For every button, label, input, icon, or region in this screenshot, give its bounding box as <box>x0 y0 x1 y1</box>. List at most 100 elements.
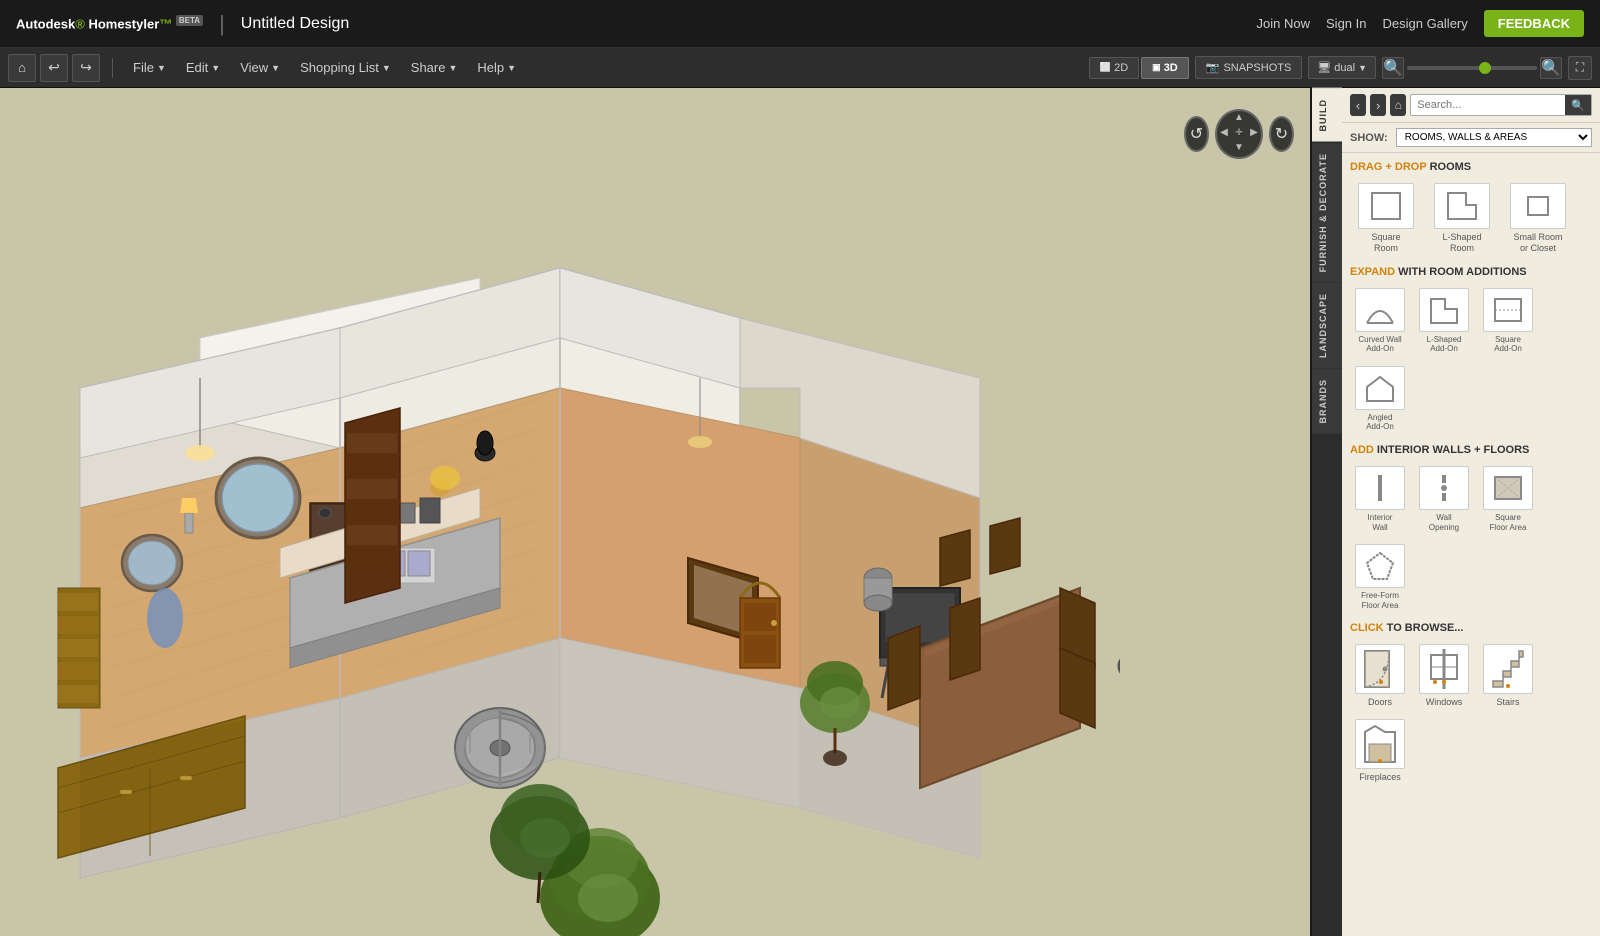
home-button[interactable]: ⌂ <box>8 54 36 82</box>
doors-label: Doors <box>1368 697 1392 707</box>
l-shaped-addon-item[interactable]: L-ShapedAdd-On <box>1414 284 1474 358</box>
share-menu[interactable]: Share ▼ <box>403 56 466 79</box>
add-highlight: ADD <box>1350 444 1374 456</box>
square-room-item[interactable]: SquareRoom <box>1350 179 1422 258</box>
redo-button[interactable]: ↪ <box>72 54 100 82</box>
view-2d-button[interactable]: ⬜ 2D <box>1089 57 1139 79</box>
wall-opening-item[interactable]: WallOpening <box>1414 462 1474 536</box>
section-browse-header: CLICK TO BROWSE... <box>1350 622 1592 634</box>
square-floor-label: SquareFloor Area <box>1490 513 1527 532</box>
design-title: Untitled Design <box>241 15 350 33</box>
nav-left-button[interactable]: ◀ <box>1217 127 1231 141</box>
dual-view-button[interactable]: 🖥 dual ▼ <box>1308 56 1376 79</box>
small-room-item[interactable]: Small Roomor Closet <box>1502 179 1574 258</box>
nav-empty-br <box>1247 142 1261 156</box>
rooms-label: ROOMS <box>1430 161 1472 173</box>
feedback-button[interactable]: FEEDBACK <box>1484 10 1584 37</box>
toolbar: ⌂ ↩ ↪ File ▼ Edit ▼ View ▼ Shopping List… <box>0 48 1600 88</box>
zoom-slider-thumb[interactable] <box>1479 62 1491 74</box>
doors-icon <box>1355 644 1405 694</box>
drag-highlight: DRAG + DROP <box>1350 161 1427 173</box>
small-room-icon <box>1510 183 1566 229</box>
panel-search-submit[interactable]: 🔍 <box>1565 95 1591 115</box>
panel-forward-button[interactable]: › <box>1370 94 1386 116</box>
view-3d-button[interactable]: ▣ 3D <box>1141 57 1189 79</box>
angled-addon-item[interactable]: AngledAdd-On <box>1350 362 1410 436</box>
interior-wall-label: InteriorWall <box>1368 513 1393 532</box>
l-shaped-room-item[interactable]: L-ShapedRoom <box>1426 179 1498 258</box>
tab-build[interactable]: BUILD <box>1312 88 1342 142</box>
browse-label: TO BROWSE... <box>1387 622 1464 634</box>
curved-wall-item[interactable]: Curved WallAdd-On <box>1350 284 1410 358</box>
rotate-left-button[interactable]: ↺ <box>1184 116 1209 152</box>
design-gallery-link[interactable]: Design Gallery <box>1383 16 1468 31</box>
display-icon: 🖥 <box>1317 61 1331 74</box>
sign-in-link[interactable]: Sign In <box>1326 16 1366 31</box>
shopping-list-menu[interactable]: Shopping List ▼ <box>292 56 399 79</box>
l-shaped-addon-label: L-ShapedAdd-On <box>1427 335 1462 354</box>
3d-scene[interactable] <box>0 158 1310 936</box>
freeform-floor-item[interactable]: Free-FormFloor Area <box>1350 540 1410 614</box>
undo-button[interactable]: ↩ <box>40 54 68 82</box>
fireplaces-item[interactable]: Fireplaces <box>1350 715 1410 786</box>
file-menu[interactable]: File ▼ <box>125 56 174 79</box>
view-mode-group: ⬜ 2D ▣ 3D <box>1089 57 1189 79</box>
nav-empty-tr <box>1247 112 1261 126</box>
zoom-out-button[interactable]: 🔍 <box>1540 57 1562 79</box>
angled-addon-label: AngledAdd-On <box>1366 413 1394 432</box>
square-addon-item[interactable]: SquareAdd-On <box>1478 284 1538 358</box>
floor-plan-svg <box>0 158 1120 936</box>
interior-wall-item[interactable]: InteriorWall <box>1350 462 1410 536</box>
tab-landscape[interactable]: LANDSCAPE <box>1312 283 1342 368</box>
section-walls: ADD INTERIOR WALLS + FLOORS InteriorWall <box>1350 444 1592 614</box>
join-now-link[interactable]: Join Now <box>1257 16 1310 31</box>
view-menu[interactable]: View ▼ <box>232 56 288 79</box>
zoom-slider-track[interactable] <box>1407 66 1537 70</box>
main-area: ↺ ▲ ◀ ✛ ▶ ▼ ↻ <box>0 88 1600 936</box>
windows-item[interactable]: Windows <box>1414 640 1474 711</box>
snapshots-button[interactable]: 📷 SNAPSHOTS <box>1195 56 1303 79</box>
square-floor-item[interactable]: SquareFloor Area <box>1478 462 1538 536</box>
additions-label: WITH ROOM ADDITIONS <box>1398 266 1527 278</box>
panel-search-box[interactable]: 🔍 <box>1410 94 1592 116</box>
nav-cross-widget[interactable]: ▲ ◀ ✛ ▶ ▼ <box>1215 109 1263 159</box>
curved-wall-label: Curved WallAdd-On <box>1358 335 1401 354</box>
fullscreen-button[interactable]: ⛶ <box>1568 56 1592 80</box>
stairs-icon <box>1483 644 1533 694</box>
small-room-label: Small Roomor Closet <box>1513 232 1562 254</box>
panel-main-content: ‹ › ⌂ 🔍 SHOW: ROOMS, WALLS & AREAS FLOOR… <box>1342 88 1600 936</box>
logo-area: Autodesk® Homestyler™ BETA <box>16 16 203 31</box>
show-select[interactable]: ROOMS, WALLS & AREAS FLOOR PLAN ALL <box>1396 128 1592 147</box>
l-shaped-room-label: L-ShapedRoom <box>1442 232 1481 254</box>
tab-furnish-decorate[interactable]: FURNISH & DECORATE <box>1312 143 1342 282</box>
nav-center-button[interactable]: ✛ <box>1232 127 1246 141</box>
canvas-area[interactable]: ↺ ▲ ◀ ✛ ▶ ▼ ↻ <box>0 88 1310 936</box>
square-addon-label: SquareAdd-On <box>1494 335 1522 354</box>
top-right-nav: Join Now Sign In Design Gallery FEEDBACK <box>1257 10 1584 37</box>
section-additions: EXPAND WITH ROOM ADDITIONS <box>1350 266 1592 436</box>
section-additions-header: EXPAND WITH ROOM ADDITIONS <box>1350 266 1592 278</box>
stairs-item[interactable]: Stairs <box>1478 640 1538 711</box>
section-rooms: DRAG + DROP ROOMS SquareRoom <box>1350 161 1592 258</box>
browse-grid: Doors <box>1350 640 1592 786</box>
square-room-icon <box>1358 183 1414 229</box>
nav-up-button[interactable]: ▲ <box>1232 112 1246 126</box>
zoom-in-button[interactable]: 🔍 <box>1382 57 1404 79</box>
square-floor-icon <box>1483 466 1533 510</box>
doors-item[interactable]: Doors <box>1350 640 1410 711</box>
help-menu[interactable]: Help ▼ <box>469 56 524 79</box>
panel-home-button[interactable]: ⌂ <box>1390 94 1406 116</box>
square-addon-icon <box>1483 288 1533 332</box>
toolbar-right: ⬜ 2D ▣ 3D 📷 SNAPSHOTS 🖥 dual ▼ 🔍 🔍 ⛶ <box>1089 56 1592 80</box>
panel-back-button[interactable]: ‹ <box>1350 94 1366 116</box>
tab-brands[interactable]: BRANDS <box>1312 369 1342 434</box>
zoom-controls: 🔍 🔍 <box>1382 57 1562 79</box>
section-walls-header: ADD INTERIOR WALLS + FLOORS <box>1350 444 1592 456</box>
panel-search-input[interactable] <box>1411 97 1565 113</box>
angled-addon-icon <box>1355 366 1405 410</box>
rotate-right-button[interactable]: ↻ <box>1269 116 1294 152</box>
edit-menu[interactable]: Edit ▼ <box>178 56 228 79</box>
navigation-widget[interactable]: ↺ ▲ ◀ ✛ ▶ ▼ ↻ <box>1184 104 1294 164</box>
nav-right-button[interactable]: ▶ <box>1247 127 1261 141</box>
nav-down-button[interactable]: ▼ <box>1232 142 1246 156</box>
